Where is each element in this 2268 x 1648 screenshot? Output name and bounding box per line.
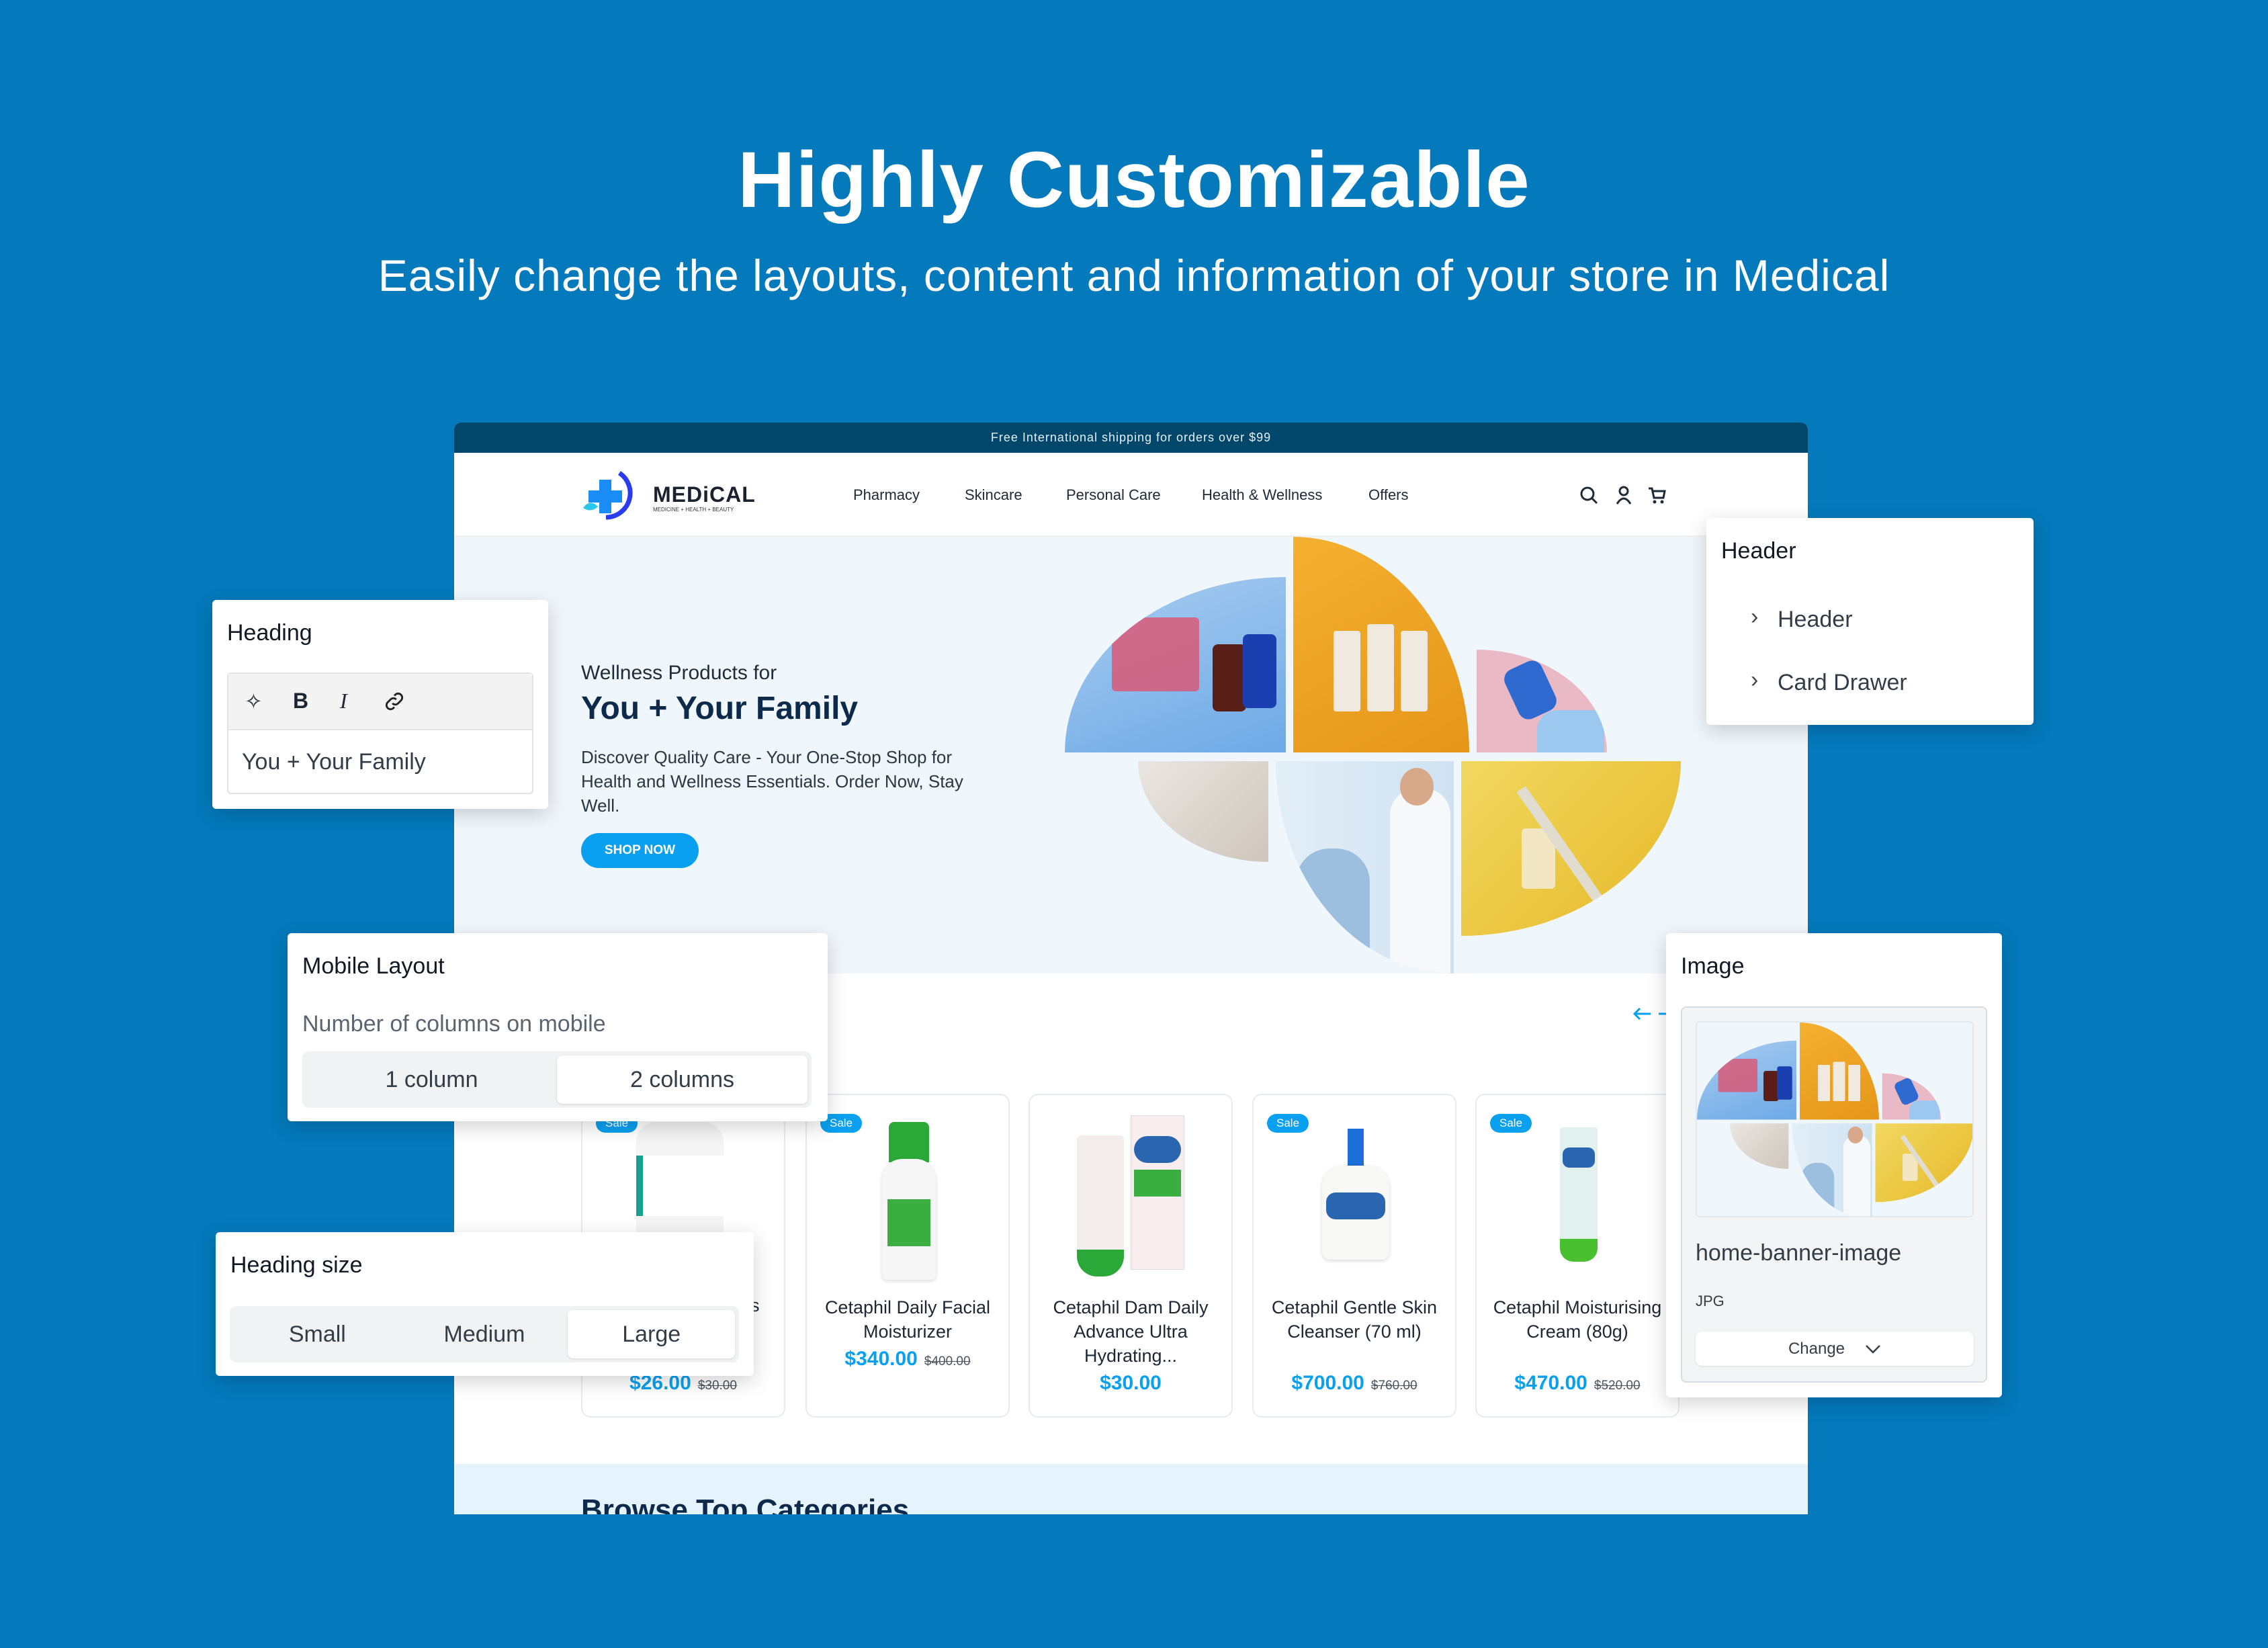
categories-section: Browse Top Categories [454,1464,1808,1514]
product-price: $470.00 $520.00 [1477,1372,1678,1395]
image-picker[interactable]: home-banner-image JPG Change [1681,1006,1987,1383]
sale-badge: Sale [1267,1114,1309,1133]
heading-input[interactable]: You + Your Family [242,749,426,775]
hero-heading: You + Your Family [581,691,859,726]
magic-icon[interactable]: ✧ [245,689,263,714]
product-name: Cetaphil Dam Daily Advance Ultra Hydrati… [1053,1297,1209,1366]
option-2-columns[interactable]: 2 columns [557,1055,808,1104]
columns-selector: 1 column 2 columns [302,1051,812,1108]
product-name: Cetaphil Moisturising Cream (80g) [1493,1297,1662,1342]
page-title: Highly Customizable [738,136,1530,224]
page-subtitle: Easily change the layouts, content and i… [378,251,1890,300]
product-price: $30.00 [1030,1372,1231,1395]
header-item-card-drawer[interactable]: Card Drawer [1778,670,1907,696]
dropper-bottles-photo [1800,1023,1879,1120]
store-header: MEDiCAL MEDICINE + HEALTH + BEAUTY Pharm… [454,453,1808,537]
compare-price: $400.00 [924,1354,971,1369]
product-price: $700.00 $760.00 [1254,1372,1455,1395]
account-icon[interactable] [1615,485,1632,505]
logo-tagline: MEDICINE + HEALTH + BEAUTY [653,507,734,513]
thumbnail-collage [1697,1023,1972,1216]
vaccine-photo [1461,761,1681,936]
product-price: $340.00 $400.00 [807,1348,1008,1371]
bold-icon[interactable]: B [293,689,308,713]
image-thumbnail [1696,1021,1974,1217]
product-card[interactable]: Cetaphil Dam Daily Advance Ultra Hydrati… [1029,1094,1233,1418]
image-filename: home-banner-image [1696,1240,1902,1266]
option-1-column[interactable]: 1 column [306,1055,557,1104]
heading-panel: Heading ✧ B I You + Your Family [212,600,548,809]
product-card[interactable]: Sale Cetaphil Daily Facial Moisturizer $… [805,1094,1010,1418]
panel-title: Image [1681,953,1745,979]
chevron-down-icon [1866,1344,1880,1354]
doctor-family-photo [1792,1123,1872,1216]
heading-size-selector: Small Medium Large [230,1306,739,1362]
vaccine-photo [1875,1123,1972,1203]
panel-title: Heading size [230,1252,363,1278]
change-label: Change [1788,1339,1845,1358]
logo-cross-icon [583,471,633,520]
option-medium[interactable]: Medium [401,1310,568,1358]
nav-pharmacy[interactable]: Pharmacy [853,486,920,504]
image-panel: Image home-banner-image JPG Change [1666,933,2002,1397]
link-icon[interactable] [383,690,406,713]
doctor-family-photo [1276,761,1454,973]
cart-icon[interactable] [1647,485,1666,505]
editor-toolbar: ✧ B I [228,674,532,730]
thermometer-photo [1882,1073,1942,1120]
hero-image-collage [1065,537,1681,973]
compare-price: $520.00 [1594,1379,1641,1393]
product-card[interactable]: Sale Cetaphil Gentle Skin Cleanser (70 m… [1252,1094,1456,1418]
nav-skincare[interactable]: Skincare [965,486,1022,504]
product-card[interactable]: Sale Cetaphil Moisturising Cream (80g) $… [1475,1094,1680,1418]
shop-now-button[interactable]: SHOP NOW [581,833,699,868]
chevron-right-icon: › [1751,604,1759,630]
italic-icon[interactable]: I [340,689,347,713]
product-image [1348,1129,1364,1169]
thermometer-photo [1477,650,1607,752]
sale-price: $30.00 [1100,1372,1162,1394]
cosmetics-photo [1730,1123,1789,1169]
dropper-bottles-photo [1293,537,1469,752]
hero-text: Discover Quality Care - Your One-Stop Sh… [581,747,963,816]
compare-price: $30.00 [697,1379,737,1393]
rich-text-editor[interactable]: ✧ B I You + Your Family [227,673,533,794]
option-small[interactable]: Small [234,1310,401,1358]
sale-price: $340.00 [844,1348,918,1370]
sale-price: $700.00 [1291,1372,1364,1394]
hero-section: Wellness Products for You + Your Family … [454,537,1808,973]
heading-size-panel: Heading size Small Medium Large [216,1232,754,1376]
product-name: Cetaphil Gentle Skin Cleanser (70 ml) [1271,1297,1438,1342]
header-panel: Header › Header › Card Drawer [1706,518,2034,725]
hero-eyebrow: Wellness Products for [581,662,777,684]
nav-offers[interactable]: Offers [1368,486,1409,504]
columns-label: Number of columns on mobile [302,1011,606,1037]
logo-name: MEDiCAL [653,482,756,507]
change-button[interactable]: Change [1696,1332,1974,1366]
nav-personal-care[interactable]: Personal Care [1066,486,1161,504]
product-name: Cetaphil Daily Facial Moisturizer [824,1297,991,1342]
image-type: JPG [1696,1293,1725,1309]
chevron-right-icon: › [1751,667,1759,693]
cart-photo [1065,577,1286,752]
header-item-header[interactable]: Header [1778,607,1853,633]
mobile-layout-panel: Mobile Layout Number of columns on mobil… [288,933,828,1121]
search-icon[interactable] [1579,485,1599,505]
sale-badge: Sale [1490,1114,1532,1133]
section-title: Browse Top Categories [581,1493,910,1514]
product-image [1077,1135,1124,1276]
cart-photo [1697,1041,1797,1120]
product-image [889,1122,929,1162]
cosmetics-photo [1138,761,1268,862]
panel-title: Mobile Layout [302,953,445,979]
product-image [1560,1127,1598,1262]
sale-price: $470.00 [1514,1372,1587,1394]
option-large[interactable]: Large [568,1310,736,1358]
logo[interactable]: MEDiCAL MEDICINE + HEALTH + BEAUTY [579,470,756,520]
panel-title: Heading [227,620,312,646]
panel-title: Header [1721,538,1796,564]
compare-price: $760.00 [1370,1379,1418,1393]
announcement-bar: Free International shipping for orders o… [454,423,1808,453]
nav-health-wellness[interactable]: Health & Wellness [1202,486,1322,504]
